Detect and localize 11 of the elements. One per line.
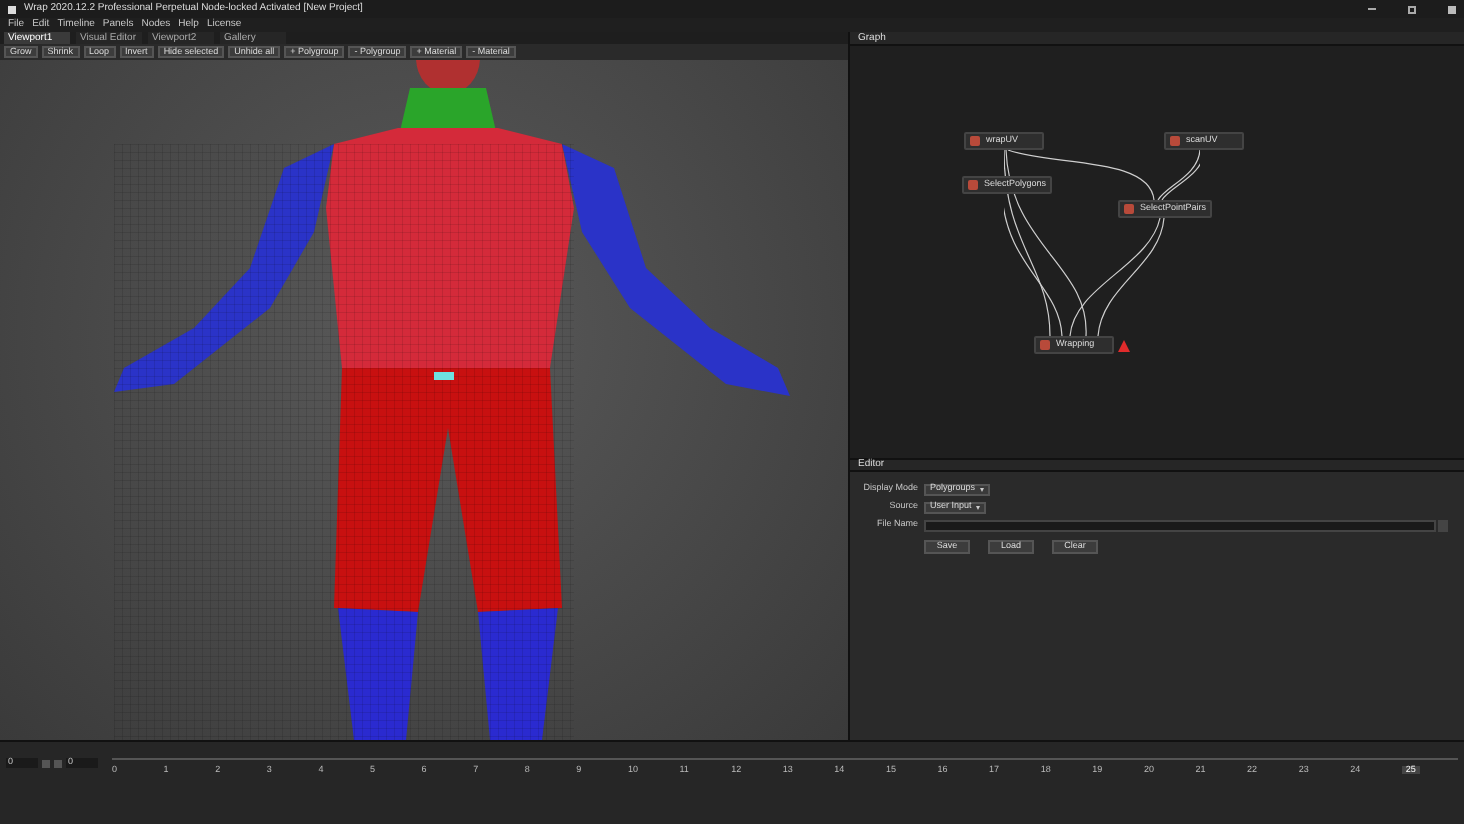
node-icon (1040, 340, 1050, 350)
node-icon (970, 136, 980, 146)
caret-icon (975, 505, 980, 509)
node-icon (1124, 204, 1134, 214)
node-icon (968, 180, 978, 190)
connection-wire (1097, 217, 1165, 337)
maximize-icon[interactable] (1408, 5, 1416, 13)
node-icon (1170, 136, 1180, 146)
app-icon (8, 5, 16, 13)
caret-icon (979, 487, 984, 491)
input-field[interactable] (924, 519, 1436, 531)
